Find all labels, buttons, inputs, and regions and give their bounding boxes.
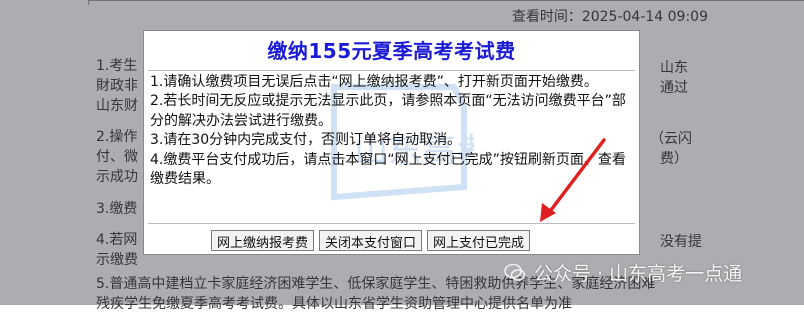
close-window-button[interactable]: 关闭本支付窗口 xyxy=(319,230,423,251)
instructions: 1.请确认缴费项目无误后点击“网上缴纳报考费”、打开新页面开始缴费。 2.若长时… xyxy=(150,73,628,189)
dialog-buttons: 网上缴纳报考费 关闭本支付窗口 网上支付已完成 xyxy=(211,230,531,251)
dialog-title: 缴纳155元夏季高考考试费 xyxy=(267,39,516,63)
payment-done-button[interactable]: 网上支付已完成 xyxy=(427,230,531,251)
instruction-item: 3.请在30分钟内完成支付，否则订单将自动取消。 xyxy=(150,132,462,149)
instruction-item: 2.若长时间无反应或提示无法显示此页，请参照本页面“无法访问缴费平台”部分的解决… xyxy=(150,93,626,129)
watermark-text: 公众号 · 山东高考一点通 xyxy=(534,263,743,285)
divider xyxy=(148,223,635,224)
divider xyxy=(148,70,635,71)
pay-online-button[interactable]: 网上缴纳报考费 xyxy=(211,230,315,251)
payment-dialog: 山东高考 缴纳155元夏季高考考试费 1.请确认缴费项目无误后点击“网上缴纳报考… xyxy=(143,30,640,255)
instruction-item: 1.请确认缴费项目无误后点击“网上缴纳报考费”、打开新页面开始缴费。 xyxy=(150,74,598,90)
instruction-item: 4.缴费平台支付成功后，请点击本窗口“网上支付已完成”按钮刷新页面、查看缴费结果… xyxy=(150,151,626,188)
wechat-icon xyxy=(504,263,526,281)
watermark: 公众号 · 山东高考一点通 xyxy=(504,259,742,286)
